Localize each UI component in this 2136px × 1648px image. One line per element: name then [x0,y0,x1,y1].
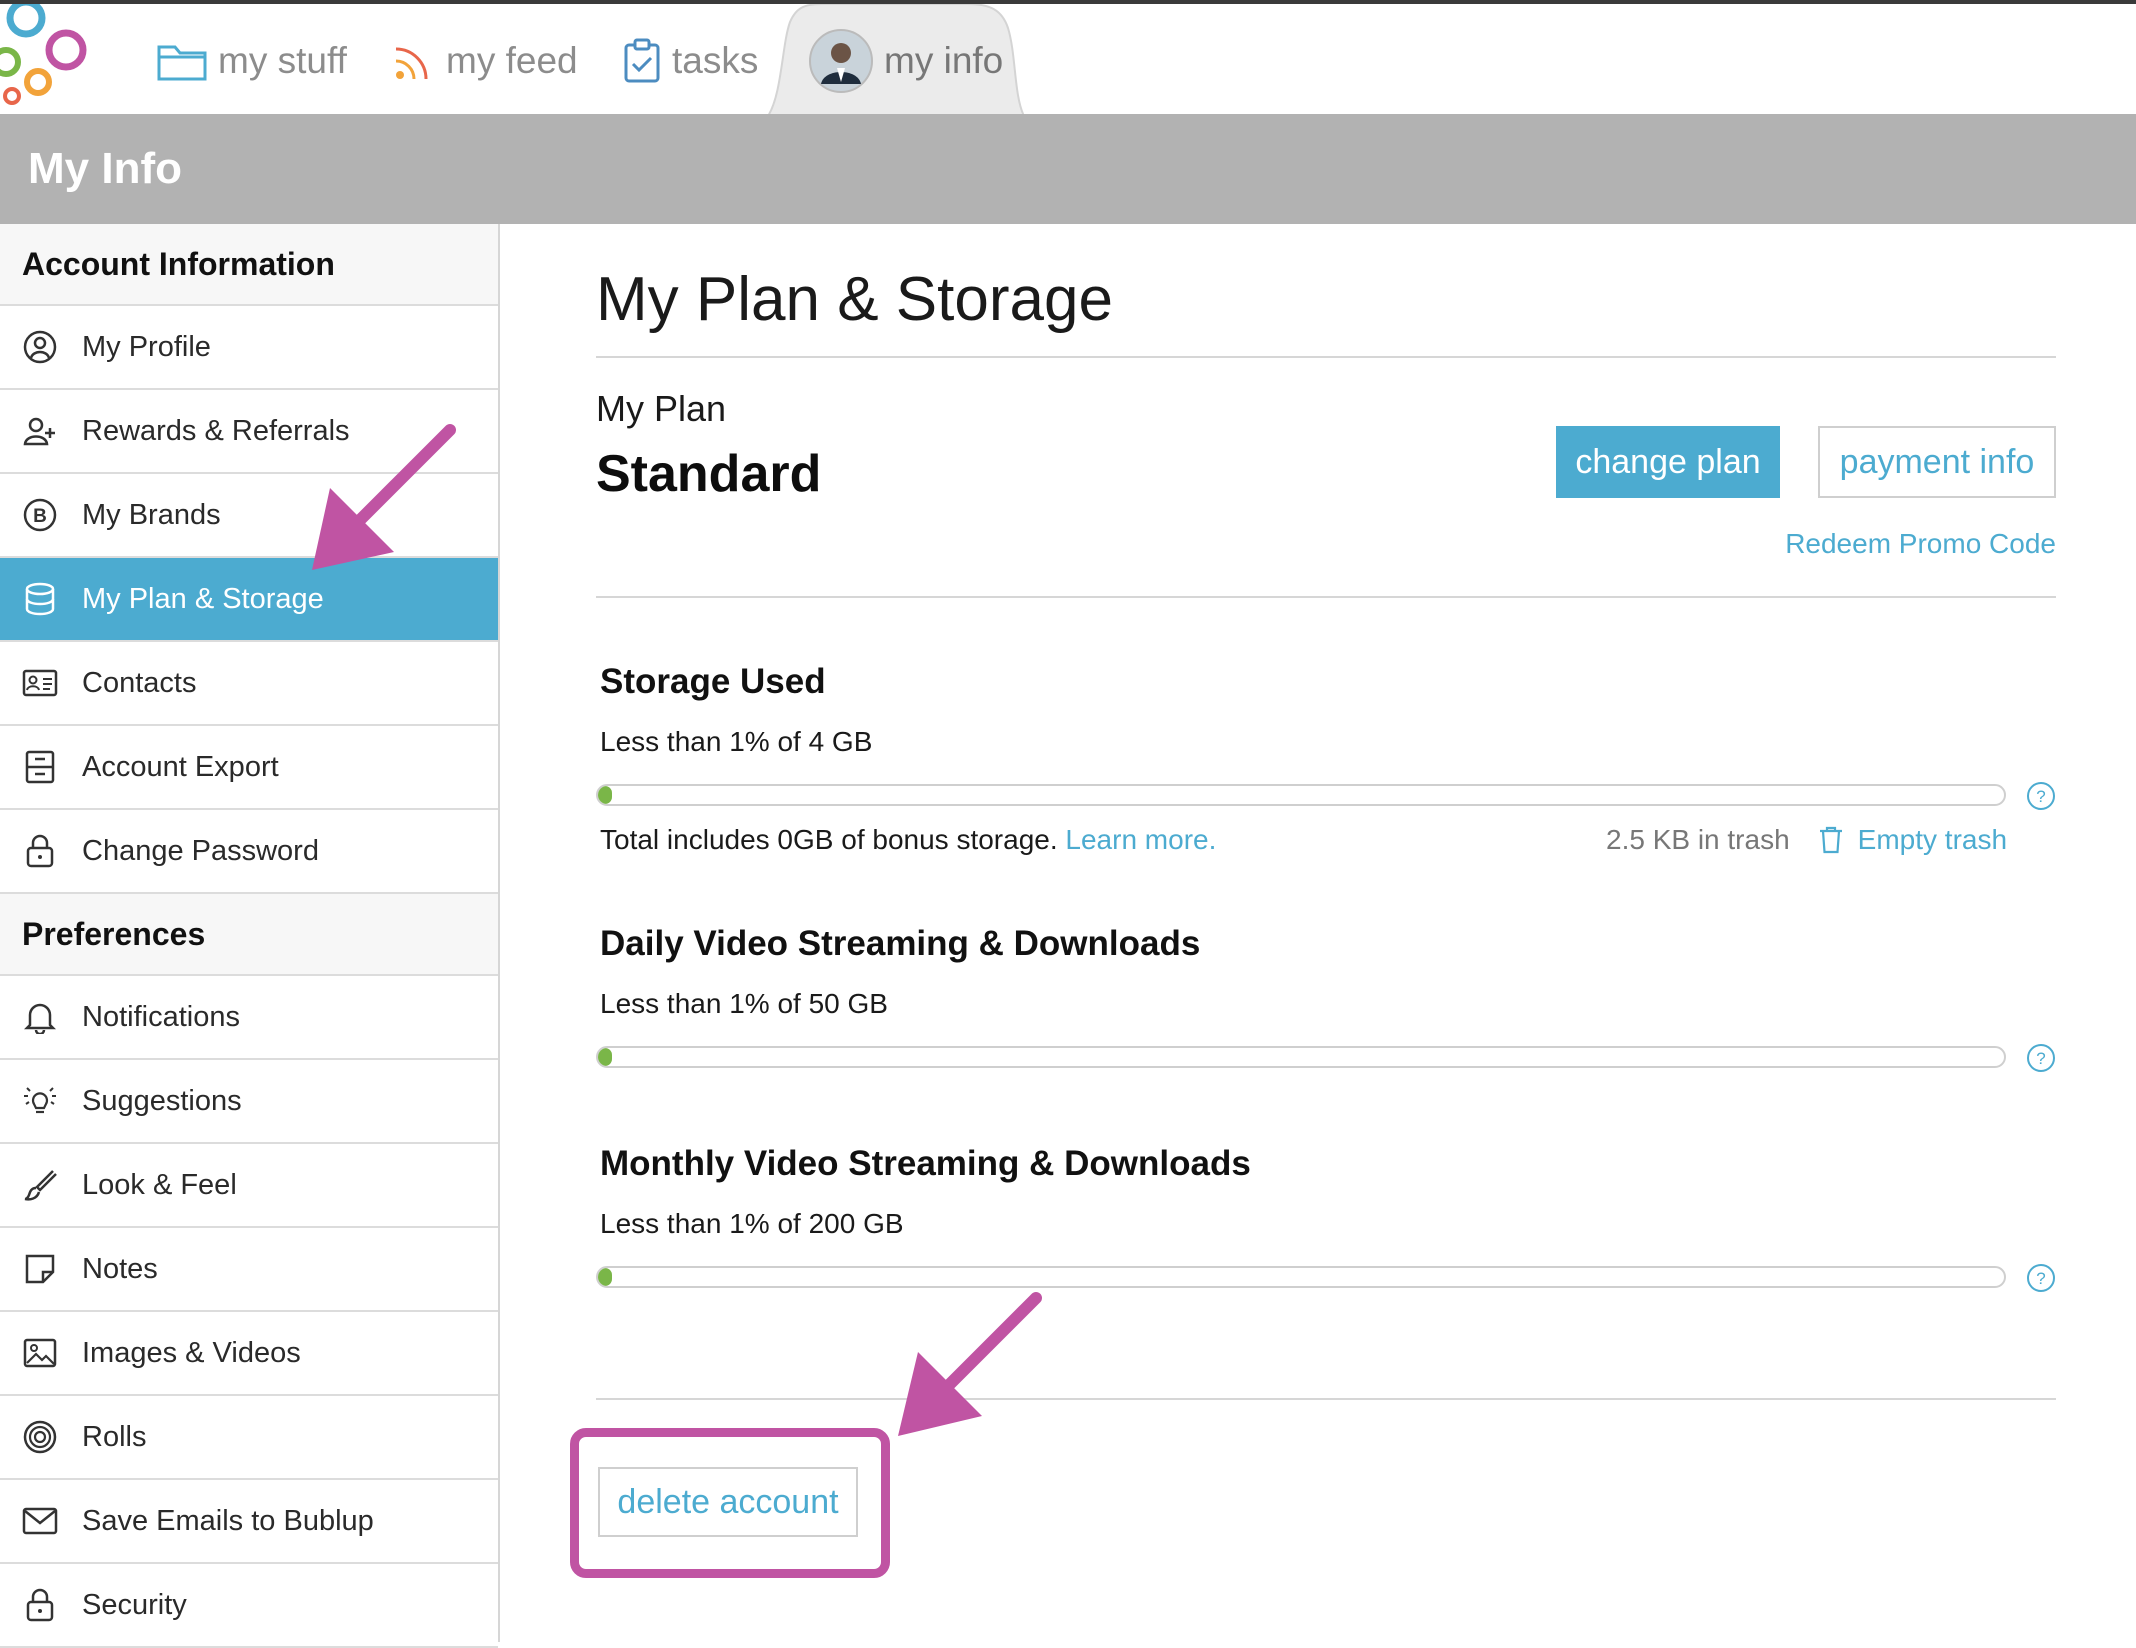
empty-trash-label: Empty trash [1857,824,2008,855]
nav-tasks[interactable]: tasks [622,26,758,96]
bell-icon [24,1003,56,1034]
svg-text:?: ? [2036,1269,2045,1288]
svg-text:B: B [33,506,47,527]
nav-my-info[interactable]: my info [808,26,1003,96]
sidebar-item-label: My Brands [82,498,221,531]
page-header: My Info [0,114,2136,224]
envelope-icon [22,1507,58,1535]
sidebar-item-label: Account Export [82,750,279,783]
sidebar-heading-account: Account Information [0,224,498,306]
lock-icon [26,1588,54,1622]
nav-my-stuff-label: my stuff [218,40,347,81]
annotation-arrow-icon [312,424,456,570]
sidebar-item-label: Rolls [82,1420,147,1453]
storage-progress-bar [596,784,2006,806]
folder-icon [157,45,207,81]
sidebar-item-notifications[interactable]: Notifications [0,976,498,1060]
redeem-promo-link[interactable]: Redeem Promo Code [1785,528,2056,560]
sidebar-heading-preferences: Preferences [0,894,498,976]
storage-note: Total includes 0GB of bonus storage. Lea… [600,824,1216,856]
sidebar-item-label: My Plan & Storage [82,582,324,615]
sidebar-item-label: Notifications [82,1000,240,1033]
trash-size: 2.5 KB in trash [1606,824,1790,855]
sidebar-item-notes[interactable]: Notes [0,1228,498,1312]
nav-my-feed-label: my feed [446,40,578,81]
svg-text:?: ? [2036,787,2045,806]
daily-help-icon[interactable]: ? [2026,1043,2056,1073]
page-header-title: My Info [28,144,182,193]
brand-b-icon: B [23,498,57,532]
payment-info-button[interactable]: payment info [1818,426,2056,498]
storage-note-text: Total includes 0GB of bonus storage. [600,824,1058,855]
storage-used-value: Less than 1% of 4 GB [600,726,873,757]
sidebar-item-save-emails[interactable]: Save Emails to Bublup [0,1480,498,1564]
daily-progress-fill [598,1048,613,1066]
sidebar-item-change-password[interactable]: Change Password [0,810,498,894]
sidebar-item-suggestions[interactable]: Suggestions [0,1060,498,1144]
learn-more-link[interactable]: Learn more. [1065,824,1216,855]
sidebar-item-label: Notes [82,1252,158,1285]
monthly-progress-fill [598,1268,613,1286]
storage-help-icon[interactable]: ? [2026,781,2056,811]
empty-trash-button[interactable]: Empty trash [1818,824,2007,856]
database-icon [25,582,55,616]
sidebar-item-security[interactable]: Security [0,1564,498,1648]
trash-info: 2.5 KB in trash Empty trash [1606,824,2007,856]
change-plan-button[interactable]: change plan [1556,426,1780,498]
monthly-streaming-title: Monthly Video Streaming & Downloads [600,1144,1251,1183]
sidebar-item-contacts[interactable]: Contacts [0,642,498,726]
divider [596,596,2056,598]
sidebar-item-label: Contacts [82,666,197,699]
monthly-help-icon[interactable]: ? [2026,1263,2056,1293]
sidebar-item-look-feel[interactable]: Look & Feel [0,1144,498,1228]
sidebar-item-my-profile[interactable]: My Profile [0,306,498,390]
svg-text:?: ? [2036,1049,2045,1068]
lock-icon [26,834,54,868]
delete-account-button[interactable]: delete account [598,1467,858,1537]
sidebar-item-label: My Profile [82,330,211,363]
sidebar-item-label: Save Emails to Bublup [82,1504,374,1537]
divider [596,356,2056,358]
monthly-progress-bar [596,1266,2006,1288]
sidebar-item-label: Security [82,1588,187,1621]
sidebar-item-label: Change Password [82,834,319,867]
image-icon [23,1338,57,1368]
storage-progress-fill [598,786,613,804]
trash-icon [1819,826,1842,854]
sidebar-item-account-export[interactable]: Account Export [0,726,498,810]
nav-my-info-label: my info [884,40,1004,81]
daily-progress-bar [596,1046,2006,1068]
clipboard-check-icon [624,38,660,83]
rss-icon [395,47,428,80]
contact-card-icon [22,669,58,697]
annotation-arrow-icon [898,1292,1042,1436]
nav-my-stuff[interactable]: my stuff [156,26,347,96]
lightbulb-icon [24,1087,56,1114]
nav-my-feed[interactable]: my feed [392,26,578,96]
nav-tasks-label: tasks [672,40,759,81]
section-title: My Plan & Storage [596,265,1113,334]
sidebar-item-label: Look & Feel [82,1168,237,1201]
daily-streaming-title: Daily Video Streaming & Downloads [600,924,1201,963]
daily-streaming-value: Less than 1% of 50 GB [600,988,888,1019]
plan-label: My Plan [596,388,727,429]
export-drawer-icon [25,750,55,784]
sidebar-item-rolls[interactable]: Rolls [0,1396,498,1480]
plan-name: Standard [596,445,822,503]
sidebar-item-images-videos[interactable]: Images & Videos [0,1312,498,1396]
user-circle-icon [23,330,57,364]
avatar [809,29,873,93]
spiral-icon [23,1420,57,1454]
add-user-icon [23,417,55,446]
bublup-logo[interactable] [0,4,100,114]
storage-used-title: Storage Used [600,662,826,701]
divider [596,1398,2056,1400]
top-navigation: my stuff my feed tasks my info [0,4,2136,116]
monthly-streaming-value: Less than 1% of 200 GB [600,1208,904,1239]
sidebar-item-label: Images & Videos [82,1336,301,1369]
sidebar-item-label: Suggestions [82,1084,242,1117]
paintbrush-icon [24,1170,57,1201]
note-icon [25,1254,55,1284]
